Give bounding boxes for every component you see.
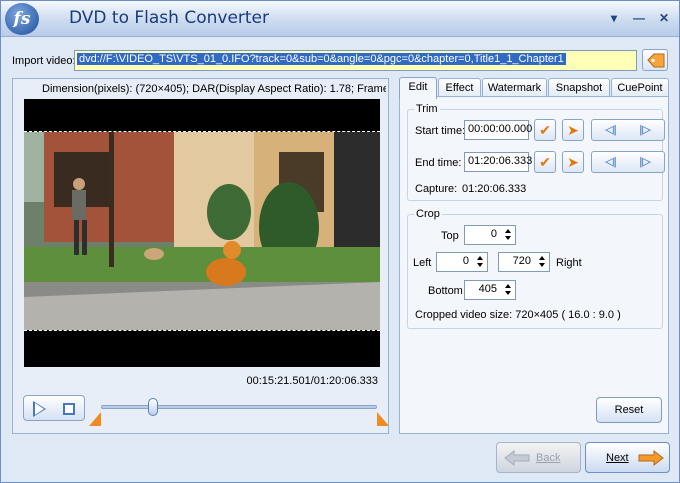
crop-bottom-label: Bottom bbox=[428, 285, 463, 297]
trim-legend: Trim bbox=[416, 103, 438, 115]
trim-end-marker-icon[interactable] bbox=[377, 412, 389, 426]
edit-panel: Trim Start time: 00:00:00.000 ✔ ➤ ◁| |▷ … bbox=[399, 96, 669, 434]
step-start-buttons[interactable]: ◁| |▷ bbox=[591, 119, 665, 141]
import-video-label: Import video: bbox=[12, 55, 76, 67]
minimize-icon[interactable]: — bbox=[630, 10, 648, 26]
crop-bottom-value: 405 bbox=[478, 283, 497, 295]
crop-right-value: 720 bbox=[512, 255, 531, 267]
app-window: fs DVD to Flash Converter ▾ — ✕ Import v… bbox=[0, 0, 680, 483]
browse-button[interactable] bbox=[642, 49, 668, 71]
title-bar: fs DVD to Flash Converter ▾ — ✕ bbox=[1, 1, 679, 37]
play-icon[interactable] bbox=[33, 401, 46, 417]
back-label: Back bbox=[536, 452, 561, 464]
end-time-input[interactable]: 01:20:06.333 bbox=[464, 152, 532, 172]
crop-left-input[interactable]: 0 bbox=[436, 252, 488, 272]
next-arrow-icon bbox=[638, 450, 664, 466]
close-icon[interactable]: ✕ bbox=[655, 10, 673, 26]
video-frame bbox=[24, 131, 380, 331]
preview-panel: Dimension(pixels): (720×405); DAR(Displa… bbox=[12, 78, 389, 434]
crop-top-value: 0 bbox=[490, 228, 497, 240]
video-preview[interactable] bbox=[24, 99, 380, 367]
step-end-buttons[interactable]: ◁| |▷ bbox=[591, 151, 665, 173]
next-button[interactable]: Next bbox=[585, 442, 670, 473]
import-video-value: dvd://F:\VIDEO_TS\VTS_01_0.IFO?track=0&s… bbox=[77, 53, 566, 65]
app-logo: fs bbox=[5, 3, 39, 35]
step-forward-end-icon[interactable]: |▷ bbox=[630, 155, 660, 169]
crop-right-input[interactable]: 720 bbox=[498, 252, 550, 272]
seek-slider-thumb[interactable] bbox=[148, 398, 159, 416]
trim-start-marker-icon[interactable] bbox=[89, 412, 101, 426]
back-button[interactable]: Back bbox=[496, 442, 581, 473]
set-end-check-icon[interactable]: ✔ bbox=[534, 151, 556, 173]
video-frame-image bbox=[24, 132, 380, 330]
crop-right-spinner-icon[interactable] bbox=[536, 253, 548, 271]
crop-left-spinner-icon[interactable] bbox=[474, 253, 486, 271]
set-start-check-icon[interactable]: ✔ bbox=[534, 119, 556, 141]
import-video-input[interactable]: dvd://F:\VIDEO_TS\VTS_01_0.IFO?track=0&s… bbox=[74, 50, 637, 71]
crop-top-input[interactable]: 0 bbox=[464, 225, 516, 245]
tab-edit[interactable]: Edit bbox=[399, 77, 437, 99]
stop-icon[interactable] bbox=[63, 403, 75, 415]
crop-left-value: 0 bbox=[462, 255, 469, 267]
dimension-info: Dimension(pixels): (720×405); DAR(Displa… bbox=[42, 83, 386, 95]
crop-legend: Crop bbox=[416, 208, 440, 220]
seek-slider-track[interactable] bbox=[101, 405, 377, 409]
capture-value: 01:20:06.333 bbox=[462, 183, 527, 195]
tab-watermark[interactable]: Watermark bbox=[482, 78, 547, 97]
tab-effect[interactable]: Effect bbox=[438, 78, 481, 97]
crop-bottom-spinner-icon[interactable] bbox=[502, 281, 514, 299]
crop-top-label: Top bbox=[441, 230, 459, 242]
start-time-label: Start time: bbox=[415, 125, 466, 137]
crop-top-spinner-icon[interactable] bbox=[502, 226, 514, 244]
tag-icon bbox=[647, 53, 665, 68]
step-back-end-icon[interactable]: ◁| bbox=[596, 155, 626, 169]
back-arrow-icon bbox=[504, 450, 530, 466]
crop-right-label: Right bbox=[556, 257, 582, 269]
playback-controls bbox=[23, 395, 85, 421]
start-time-input[interactable]: 00:00:00.000 bbox=[464, 120, 532, 140]
cropped-size-text: Cropped video size: 720×405 ( 16.0 : 9.0… bbox=[415, 309, 621, 321]
step-back-start-icon[interactable]: ◁| bbox=[596, 123, 626, 137]
crop-left-label: Left bbox=[413, 257, 432, 269]
tab-cuepoint[interactable]: CuePoint bbox=[611, 78, 669, 97]
capture-label: Capture: bbox=[415, 183, 458, 195]
next-label: Next bbox=[606, 452, 629, 464]
crop-bottom-input[interactable]: 405 bbox=[464, 280, 516, 300]
help-menu-icon[interactable]: ▾ bbox=[605, 10, 623, 26]
timecode-display: 00:15:21.501/01:20:06.333 bbox=[246, 375, 378, 387]
tab-snapshot[interactable]: Snapshot bbox=[548, 78, 610, 97]
reset-button[interactable]: Reset bbox=[596, 397, 662, 423]
go-to-end-arrow-icon[interactable]: ➤ bbox=[562, 151, 584, 173]
step-forward-start-icon[interactable]: |▷ bbox=[630, 123, 660, 137]
app-title: DVD to Flash Converter bbox=[69, 8, 270, 28]
end-time-label: End time: bbox=[415, 157, 462, 169]
go-to-start-arrow-icon[interactable]: ➤ bbox=[562, 119, 584, 141]
